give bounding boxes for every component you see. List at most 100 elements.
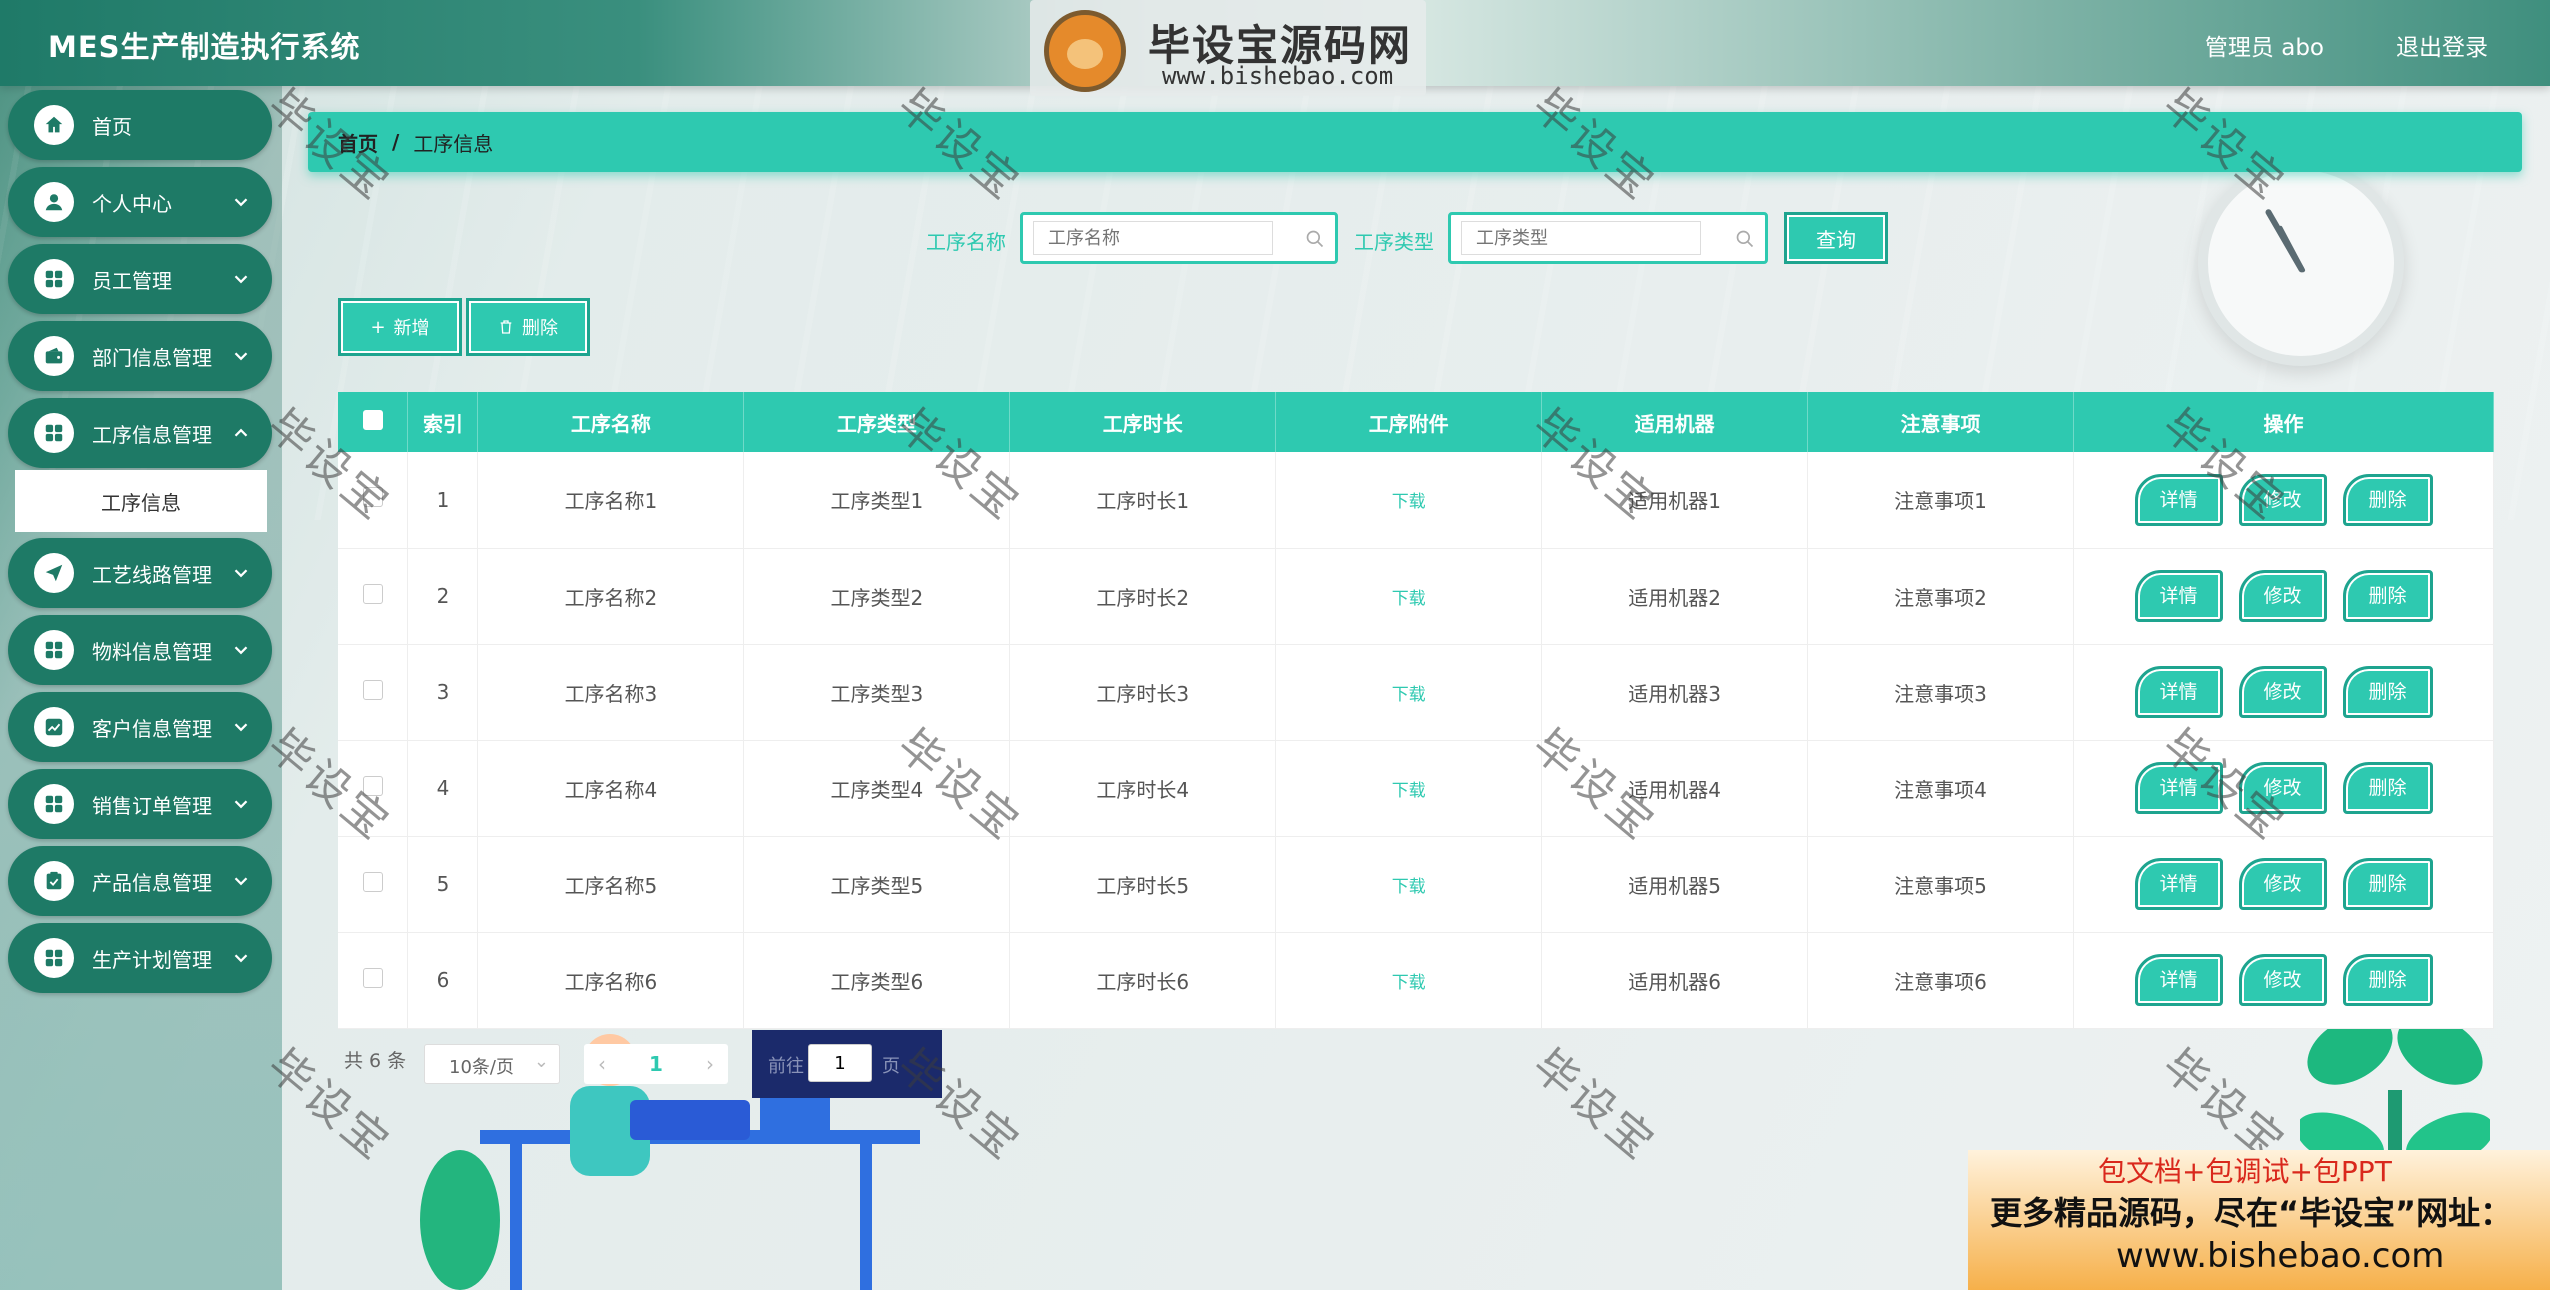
cell-process-duration: 工序时长6: [1009, 932, 1277, 1029]
edit-button[interactable]: 修改: [2238, 858, 2327, 910]
sidebar-item-materials[interactable]: 物料信息管理: [8, 615, 272, 685]
sidebar-item-profile[interactable]: 个人中心: [8, 167, 272, 237]
chevron-down-icon: [234, 569, 248, 578]
column-header: 工序时长: [1009, 392, 1277, 452]
cell-notes: 注意事项6: [1807, 932, 2074, 1029]
detail-button[interactable]: 详情: [2134, 666, 2223, 718]
cell-index: 5: [407, 836, 479, 933]
cell-machine: 适用机器3: [1541, 644, 1809, 741]
row-checkbox[interactable]: [362, 679, 383, 700]
add-button[interactable]: + 新增: [338, 298, 462, 356]
process-table: 索引 工序名称 工序类型 工序时长 工序附件 适用机器 注意事项 操作 1 工序名…: [338, 392, 2494, 1029]
edit-button[interactable]: 修改: [2238, 473, 2327, 526]
detail-button[interactable]: 详情: [2134, 762, 2223, 814]
table-row: 1 工序名称1 工序类型1 工序时长1 下载 适用机器1 注意事项1 详情 修改 删除: [338, 452, 2494, 549]
chevron-down-icon: [234, 352, 248, 361]
search-name-input[interactable]: [1033, 221, 1273, 255]
row-select-cell: [338, 836, 409, 933]
search-type-label: 工序类型: [1354, 230, 1434, 254]
column-header: 工序名称: [477, 392, 745, 452]
download-link[interactable]: 下载: [1275, 548, 1543, 645]
sidebar-item-label: 销售订单管理: [92, 793, 212, 818]
home-icon: [34, 105, 74, 145]
detail-button[interactable]: 详情: [2134, 473, 2223, 526]
goto-page-input[interactable]: [808, 1044, 872, 1082]
page-size-select[interactable]: 10条/页 ⌄: [424, 1044, 560, 1084]
plus-icon: +: [370, 316, 386, 338]
breadcrumb-home[interactable]: 首页: [338, 128, 378, 157]
query-button[interactable]: 查询: [1784, 212, 1888, 264]
detail-button[interactable]: 详情: [2134, 858, 2223, 910]
detail-button[interactable]: 详情: [2134, 570, 2223, 622]
row-actions: 详情 修改 删除: [2073, 836, 2494, 933]
sidebar-item-processes[interactable]: 工序信息管理: [8, 398, 272, 468]
edit-button[interactable]: 修改: [2238, 762, 2327, 814]
sidebar-item-departments[interactable]: 部门信息管理: [8, 321, 272, 391]
pagination-nav: ‹ 1 ›: [584, 1044, 728, 1084]
select-all-checkbox[interactable]: [362, 409, 383, 430]
download-link[interactable]: 下载: [1275, 932, 1543, 1029]
sidebar-item-home[interactable]: 首页: [8, 90, 272, 160]
edit-button[interactable]: 修改: [2238, 570, 2327, 622]
watermark-logo: 毕设宝源码网 www.bishebao.com: [1030, 0, 1426, 96]
download-link[interactable]: 下载: [1275, 644, 1543, 741]
row-checkbox[interactable]: [362, 583, 383, 604]
delete-button[interactable]: 删除: [2342, 954, 2433, 1006]
user-icon: [34, 182, 74, 222]
watermark-text: 毕设宝: [1522, 1039, 1666, 1172]
row-actions: 详情 修改 删除: [2073, 548, 2494, 645]
page-number-1[interactable]: 1: [649, 1052, 663, 1076]
sidebar-item-production-plans[interactable]: 生产计划管理: [8, 923, 272, 993]
row-select-cell: [338, 932, 409, 1029]
cell-process-type: 工序类型2: [743, 548, 1011, 645]
row-checkbox[interactable]: [362, 487, 383, 508]
watermark-badge-icon: [1044, 10, 1126, 92]
delete-button[interactable]: 删除: [2342, 473, 2433, 526]
chevron-down-icon: [234, 723, 248, 732]
breadcrumb-separator: /: [392, 130, 400, 154]
delete-button[interactable]: 删除: [2342, 570, 2433, 622]
search-type-field: [1448, 212, 1768, 264]
search-name-field: [1020, 212, 1338, 264]
grid-icon: [34, 938, 74, 978]
chevron-up-icon: [234, 428, 248, 437]
row-select-cell: [338, 452, 409, 549]
download-link[interactable]: 下载: [1275, 452, 1543, 549]
download-link[interactable]: 下载: [1275, 836, 1543, 933]
prev-page-button[interactable]: ‹: [598, 1052, 606, 1076]
sidebar-item-customers[interactable]: 客户信息管理: [8, 692, 272, 762]
add-button-label: 新增: [393, 318, 430, 339]
batch-delete-button[interactable]: 删除: [466, 298, 590, 356]
next-page-button[interactable]: ›: [706, 1052, 714, 1076]
sidebar-item-employees[interactable]: 员工管理: [8, 244, 272, 314]
delete-button[interactable]: 删除: [2342, 666, 2433, 718]
goto-suffix: 页: [882, 1056, 900, 1077]
cell-process-duration: 工序时长1: [1009, 452, 1277, 549]
sidebar-item-label: 客户信息管理: [92, 716, 212, 741]
row-checkbox[interactable]: [362, 775, 383, 796]
edit-button[interactable]: 修改: [2238, 954, 2327, 1006]
chevron-down-icon: [234, 877, 248, 886]
sidebar-item-routes[interactable]: 工艺线路管理: [8, 538, 272, 608]
sidebar-item-sales-orders[interactable]: 销售订单管理: [8, 769, 272, 839]
edit-button[interactable]: 修改: [2238, 666, 2327, 718]
row-actions: 详情 修改 删除: [2073, 740, 2494, 837]
grid-icon: [34, 784, 74, 824]
cell-process-name: 工序名称4: [477, 740, 745, 837]
delete-button[interactable]: 删除: [2342, 762, 2433, 814]
sidebar-item-label: 首页: [92, 114, 132, 139]
delete-button[interactable]: 删除: [2342, 858, 2433, 910]
sidebar-item-label: 个人中心: [92, 191, 172, 216]
download-link[interactable]: 下载: [1275, 740, 1543, 837]
cell-process-type: 工序类型3: [743, 644, 1011, 741]
sidebar-item-products[interactable]: 产品信息管理: [8, 846, 272, 916]
logout-link[interactable]: 退出登录: [2396, 28, 2488, 62]
row-checkbox[interactable]: [362, 871, 383, 892]
cell-machine: 适用机器5: [1541, 836, 1809, 933]
cell-process-duration: 工序时长3: [1009, 644, 1277, 741]
search-type-input[interactable]: [1461, 221, 1701, 255]
row-checkbox[interactable]: [362, 967, 383, 988]
sidebar-subitem-process-info[interactable]: 工序信息: [15, 470, 267, 532]
detail-button[interactable]: 详情: [2134, 954, 2223, 1006]
cell-notes: 注意事项1: [1807, 452, 2074, 549]
